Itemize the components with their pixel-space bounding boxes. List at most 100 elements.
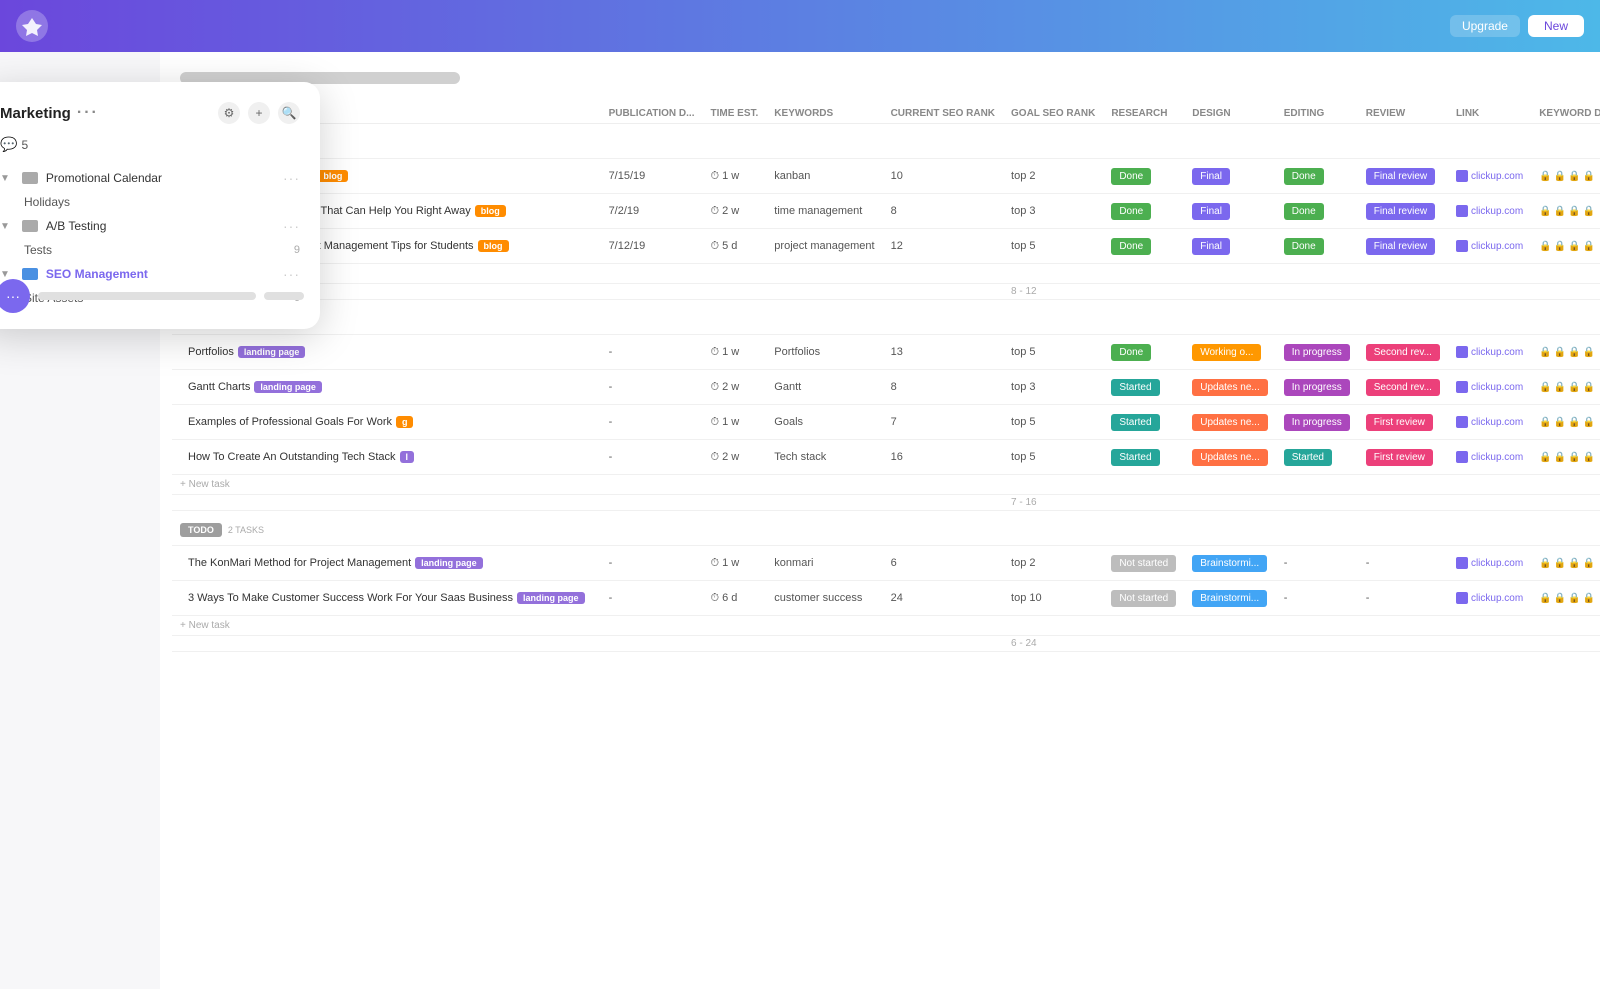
col-goal-rank[interactable]: GOAL SEO RANK: [1003, 104, 1103, 124]
link-url: clickup.com: [1471, 452, 1523, 463]
task-name: Examples of Professional Goals For Work: [188, 416, 392, 428]
lock-icon: 🔒: [1554, 417, 1566, 428]
folder-icon: [22, 172, 38, 184]
col-review[interactable]: REVIEW: [1358, 104, 1448, 124]
subnav-label: Holidays: [24, 195, 70, 209]
review-cell: -: [1358, 546, 1448, 581]
design-cell: Updates ne...: [1184, 370, 1275, 405]
lock-icon: 🔒: [1583, 347, 1595, 358]
table-row[interactable]: How To Create An Outstanding Tech Stack …: [172, 440, 1600, 475]
new-button[interactable]: New: [1528, 15, 1584, 37]
table-row[interactable]: 3 Ways To Make Customer Success Work For…: [172, 581, 1600, 616]
task-name-cell[interactable]: Examples of Professional Goals For Work …: [172, 405, 601, 440]
nav-item-dots[interactable]: ···: [283, 170, 300, 186]
col-time-est[interactable]: TIME EST.: [703, 104, 767, 124]
review-cell: Final review: [1358, 194, 1448, 229]
task-name-cell[interactable]: The KonMari Method for Project Managemen…: [172, 546, 601, 581]
section-header: IN PROGRESS 4 TASKS: [172, 300, 1600, 335]
add-icon[interactable]: +: [248, 102, 270, 124]
research-status: Done: [1111, 238, 1151, 255]
research-status: Started: [1111, 379, 1159, 396]
table-row[interactable]: The KonMari Method for Project Managemen…: [172, 546, 1600, 581]
task-tag: landing page: [254, 381, 322, 393]
review-status: Second rev...: [1366, 379, 1440, 396]
link-cell[interactable]: clickup.com: [1448, 335, 1531, 370]
pub-date-cell: -: [601, 546, 703, 581]
task-tag: g: [396, 416, 414, 428]
editing-cell: In progress: [1276, 405, 1358, 440]
new-task-row[interactable]: + New task: [172, 616, 1600, 636]
link-icon: [1456, 205, 1468, 217]
search-icon[interactable]: 🔍: [278, 102, 300, 124]
review-cell: Second rev...: [1358, 335, 1448, 370]
subnav-item-holidays[interactable]: Holidays: [24, 191, 300, 213]
task-name-cell[interactable]: Gantt Charts landing page: [172, 370, 601, 405]
pub-date-cell: 7/12/19: [601, 229, 703, 264]
col-research[interactable]: RESEARCH: [1103, 104, 1184, 124]
link-cell[interactable]: clickup.com: [1448, 229, 1531, 264]
new-task-row[interactable]: + New task: [172, 475, 1600, 495]
research-cell: Not started: [1103, 546, 1184, 581]
new-task-label[interactable]: + New task: [172, 475, 1600, 495]
settings-icon[interactable]: ⚙: [218, 102, 240, 124]
table-row[interactable]: Gantt Charts landing page - ⏱ 2 w Gantt …: [172, 370, 1600, 405]
sidebar-item-promotional-calendar[interactable]: ▼ Promotional Calendar ···: [0, 165, 300, 191]
chat-bubble[interactable]: ···: [0, 279, 30, 313]
link-cell[interactable]: clickup.com: [1448, 405, 1531, 440]
editing-cell: Done: [1276, 229, 1358, 264]
time-est-cell: ⏱ 1 w: [703, 405, 767, 440]
link-cell[interactable]: clickup.com: [1448, 159, 1531, 194]
col-keyword-diff[interactable]: KEYWORD DIFFI...: [1531, 104, 1600, 124]
lock-icon: 🔒: [1539, 417, 1551, 428]
keywords-cell: Goals: [766, 405, 882, 440]
table-row[interactable]: The Most Important Project Management Ti…: [172, 229, 1600, 264]
lock-icon: 🔒: [1539, 452, 1551, 463]
locks-cell: 🔒🔒🔒🔒: [1531, 370, 1600, 405]
task-name-cell[interactable]: Portfolios landing page: [172, 335, 601, 370]
table-row[interactable]: Examples of Professional Goals For Work …: [172, 405, 1600, 440]
task-name-cell[interactable]: 3 Ways To Make Customer Success Work For…: [172, 581, 601, 616]
research-status: Started: [1111, 414, 1159, 431]
col-current-rank[interactable]: CURRENT SEO RANK: [883, 104, 1003, 124]
locks-cell: 🔒🔒🔒🔒: [1531, 546, 1600, 581]
link-cell[interactable]: clickup.com: [1448, 546, 1531, 581]
card-title-text: Marketing: [0, 105, 71, 122]
lock-icon: 🔒: [1583, 171, 1595, 182]
new-task-row[interactable]: + New task: [172, 264, 1600, 284]
sidebar-item-ab-testing[interactable]: ▼ A/B Testing ···: [0, 213, 300, 239]
link-cell[interactable]: clickup.com: [1448, 194, 1531, 229]
nav-item-dots[interactable]: ···: [283, 218, 300, 234]
col-keywords[interactable]: KEYWORDS: [766, 104, 882, 124]
link-cell[interactable]: clickup.com: [1448, 440, 1531, 475]
new-task-label[interactable]: + New task: [172, 264, 1600, 284]
col-link[interactable]: LINK: [1448, 104, 1531, 124]
col-editing[interactable]: EDITING: [1276, 104, 1358, 124]
link-cell[interactable]: clickup.com: [1448, 581, 1531, 616]
current-rank-cell: 6: [883, 546, 1003, 581]
card-title: Marketing ···: [0, 104, 99, 122]
subnav-label: Tests: [24, 243, 52, 257]
table-row[interactable]: 10 Time Management Tips That Can Help Yo…: [172, 194, 1600, 229]
table-row[interactable]: What is a Kanban Board? blog 7/15/19 ⏱ 1…: [172, 159, 1600, 194]
col-design[interactable]: DESIGN: [1184, 104, 1275, 124]
time-est-cell: ⏱ 1 w: [703, 546, 767, 581]
table-row[interactable]: Portfolios landing page - ⏱ 1 w Portfoli…: [172, 335, 1600, 370]
subnav-item-tests[interactable]: Tests 9: [24, 239, 300, 261]
link-url: clickup.com: [1471, 241, 1523, 252]
keywords-cell: time management: [766, 194, 882, 229]
task-name-cell[interactable]: How To Create An Outstanding Tech Stack …: [172, 440, 601, 475]
keywords-cell: customer success: [766, 581, 882, 616]
upgrade-button[interactable]: Upgrade: [1450, 15, 1520, 37]
main-layout: PUBLICATION D... TIME EST. KEYWORDS CURR…: [0, 52, 1600, 989]
link-icon: [1456, 381, 1468, 393]
card-menu-dots[interactable]: ···: [77, 104, 99, 122]
lock-icon: 🔒: [1583, 206, 1595, 217]
range-row: 8 - 12: [172, 284, 1600, 300]
task-tag: blog: [475, 205, 506, 217]
link-url: clickup.com: [1471, 593, 1523, 604]
col-pub-date[interactable]: PUBLICATION D...: [601, 104, 703, 124]
new-task-label[interactable]: + New task: [172, 616, 1600, 636]
lock-icon: 🔒: [1583, 593, 1595, 604]
link-cell[interactable]: clickup.com: [1448, 370, 1531, 405]
table-container[interactable]: PUBLICATION D... TIME EST. KEYWORDS CURR…: [160, 104, 1600, 989]
